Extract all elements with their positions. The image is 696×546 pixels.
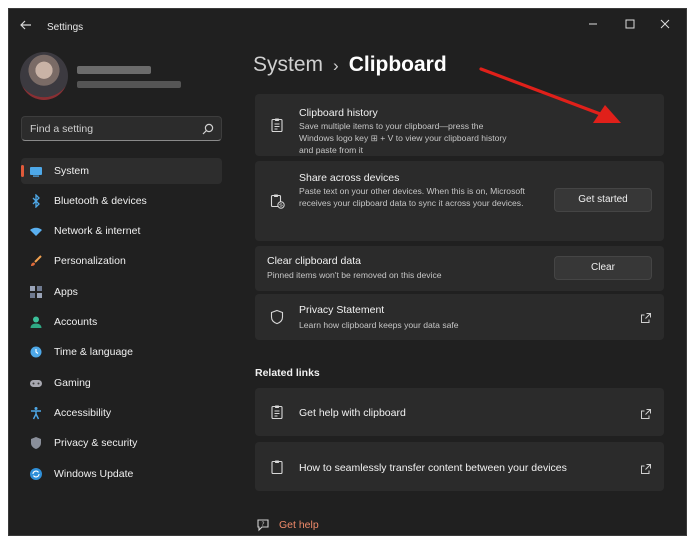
external-link-icon [640,407,652,419]
update-icon [29,467,43,481]
clear-title: Clear clipboard data [267,255,361,267]
annotation-arrow [479,67,621,123]
sidebar-item-label: Network & internet [54,225,141,237]
clipboard-icon [269,117,285,133]
sidebar-item-bluetooth[interactable]: Bluetooth & devices [21,188,222,214]
sidebar-item-label: Privacy & security [54,437,138,449]
breadcrumb-parent[interactable]: System [253,53,323,76]
close-icon[interactable] [647,15,683,35]
clipboard-blank-icon [269,459,285,475]
get-help-label: Get help [279,519,319,531]
shield-icon [269,309,285,325]
clipboard-sync-icon [269,193,285,209]
gamepad-icon [29,376,43,390]
get-started-button[interactable]: Get started [554,188,652,212]
network-icon [29,224,43,238]
clipboard-icon [269,404,285,420]
sidebar-item-label: Accessibility [54,407,112,419]
system-icon [29,164,43,178]
sidebar-item-accounts[interactable]: Accounts [21,309,222,335]
title-bar: Settings [9,9,686,41]
shield-icon [29,436,43,450]
privacy-statement-card[interactable]: Privacy Statement Learn how clipboard ke… [255,294,664,340]
search-input[interactable]: Find a setting [30,123,93,135]
minimize-icon[interactable] [575,15,611,35]
sidebar-item-apps[interactable]: Apps [21,279,222,305]
external-link-icon [640,462,652,474]
help-chat-icon: ? [255,517,271,535]
share-title: Share across devices [299,172,400,184]
related-link-label: Get help with clipboard [299,407,406,419]
back-arrow-icon[interactable] [19,18,35,34]
related-link-transfer-content[interactable]: How to seamlessly transfer content betwe… [255,442,664,491]
bluetooth-icon [29,193,43,209]
clipboard-history-title: Clipboard history [299,107,378,119]
clear-desc: Pinned items won't be removed on this de… [267,270,442,280]
sidebar-item-personalization[interactable]: Personalization [21,248,222,274]
brush-icon [29,254,43,268]
sidebar-item-label: Gaming [54,377,91,389]
related-link-help-clipboard[interactable]: Get help with clipboard [255,388,664,436]
profile-name-blurred [77,66,151,74]
search-icon[interactable] [201,122,215,136]
breadcrumb: System › Clipboard [253,53,447,77]
related-link-label: How to seamlessly transfer content betwe… [299,462,567,474]
clear-clipboard-card: Clear clipboard data Pinned items won't … [255,246,664,291]
sidebar-item-network[interactable]: Network & internet [21,218,222,244]
share-desc: Paste text on your other devices. When t… [299,186,525,208]
app-title: Settings [47,22,84,33]
share-across-devices-card: Share across devices Paste text on your … [255,161,664,241]
sidebar-item-time-language[interactable]: Time & language [21,339,222,365]
search-box[interactable]: Find a setting [21,116,222,141]
svg-text:?: ? [261,521,264,528]
related-links-heading: Related links [255,367,320,379]
accounts-icon [29,315,43,329]
sidebar-item-label: Apps [54,286,78,298]
sidebar-item-label: Bluetooth & devices [54,195,147,207]
accessibility-icon [29,406,43,420]
maximize-icon[interactable] [612,15,648,35]
clock-globe-icon [29,345,43,359]
avatar[interactable] [20,52,68,100]
sidebar-item-windows-update[interactable]: Windows Update [21,461,222,487]
sidebar-item-label: Accounts [54,316,98,328]
sidebar-item-system[interactable]: System [21,158,222,184]
active-indicator [21,165,24,177]
sidebar-item-label: Windows Update [54,468,134,480]
sidebar-item-label: Personalization [54,255,126,267]
privacy-desc: Learn how clipboard keeps your data safe [299,320,459,330]
profile-email-blurred [77,81,181,88]
apps-icon [29,285,43,299]
page-title: Clipboard [348,53,447,76]
sidebar-item-privacy[interactable]: Privacy & security [21,430,222,456]
clear-button[interactable]: Clear [554,256,652,280]
settings-window: Settings Find a setting System Bluetooth… [8,8,687,536]
external-link-icon [640,311,652,323]
sidebar-item-gaming[interactable]: Gaming [21,370,222,396]
sidebar-item-label: System [54,165,90,177]
sidebar-item-label: Time & language [54,346,133,358]
privacy-title: Privacy Statement [299,304,385,316]
sidebar-item-accessibility[interactable]: Accessibility [21,400,222,426]
breadcrumb-separator: › [333,56,339,75]
